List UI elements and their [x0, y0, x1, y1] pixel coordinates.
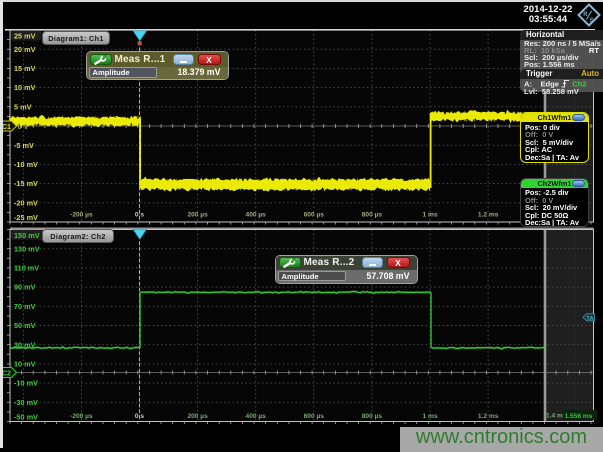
svg-text:200 µs: 200 µs	[187, 212, 208, 219]
svg-text:30 mV: 30 mV	[14, 340, 36, 349]
svg-text:-5 mV: -5 mV	[14, 141, 34, 150]
svg-text:800 µs: 800 µs	[362, 212, 383, 219]
svg-text:20 mV: 20 mV	[14, 45, 36, 54]
svg-text:110 mV: 110 mV	[14, 264, 39, 273]
svg-text:50 mV: 50 mV	[14, 321, 36, 330]
svg-text:1.2 ms: 1.2 ms	[478, 212, 499, 219]
svg-text:0 V: 0 V	[18, 122, 29, 131]
svg-text:-200 µs: -200 µs	[70, 413, 93, 420]
svg-text:-200 µs: -200 µs	[70, 212, 93, 219]
svg-text:70 mV: 70 mV	[14, 302, 36, 311]
svg-text:-25 mV: -25 mV	[14, 213, 38, 222]
svg-text:1 ms: 1 ms	[422, 212, 437, 219]
svg-text:800 µs: 800 µs	[362, 413, 383, 420]
svg-text:0 s: 0 s	[135, 212, 144, 219]
svg-text:10 mV: 10 mV	[14, 83, 36, 92]
svg-text:150 mV: 150 mV	[14, 231, 40, 240]
svg-text:-30 mV: -30 mV	[14, 398, 38, 407]
svg-text:0 s: 0 s	[135, 413, 144, 420]
svg-text:90 mV: 90 mV	[14, 283, 36, 292]
svg-text:C1: C1	[2, 124, 11, 131]
svg-text:-20 mV: -20 mV	[14, 198, 38, 207]
svg-text:400 µs: 400 µs	[246, 413, 267, 420]
svg-text:10 mV: 10 mV	[14, 360, 36, 369]
svg-text:-50 mV: -50 mV	[14, 413, 38, 422]
svg-text:25 mV: 25 mV	[14, 32, 36, 41]
svg-text:1 ms: 1 ms	[422, 413, 437, 420]
svg-text:600 µs: 600 µs	[304, 413, 325, 420]
svg-text:-10 mV: -10 mV	[14, 160, 38, 169]
svg-text:TA: TA	[586, 316, 594, 322]
svg-text:400 µs: 400 µs	[246, 212, 267, 219]
svg-text:1.2 ms: 1.2 ms	[478, 413, 499, 420]
svg-text:15 mV: 15 mV	[14, 64, 36, 73]
svg-text:-15 mV: -15 mV	[14, 179, 38, 188]
svg-text:5 mV: 5 mV	[14, 102, 32, 111]
svg-text:C2: C2	[2, 370, 11, 377]
svg-text:600 µs: 600 µs	[304, 212, 325, 219]
svg-text:1.556 ms: 1.556 ms	[565, 413, 593, 420]
svg-text:S: S	[590, 18, 594, 24]
svg-text:200 µs: 200 µs	[187, 413, 208, 420]
svg-text:-10 mV: -10 mV	[14, 379, 38, 388]
svg-text:130 mV: 130 mV	[14, 244, 40, 253]
